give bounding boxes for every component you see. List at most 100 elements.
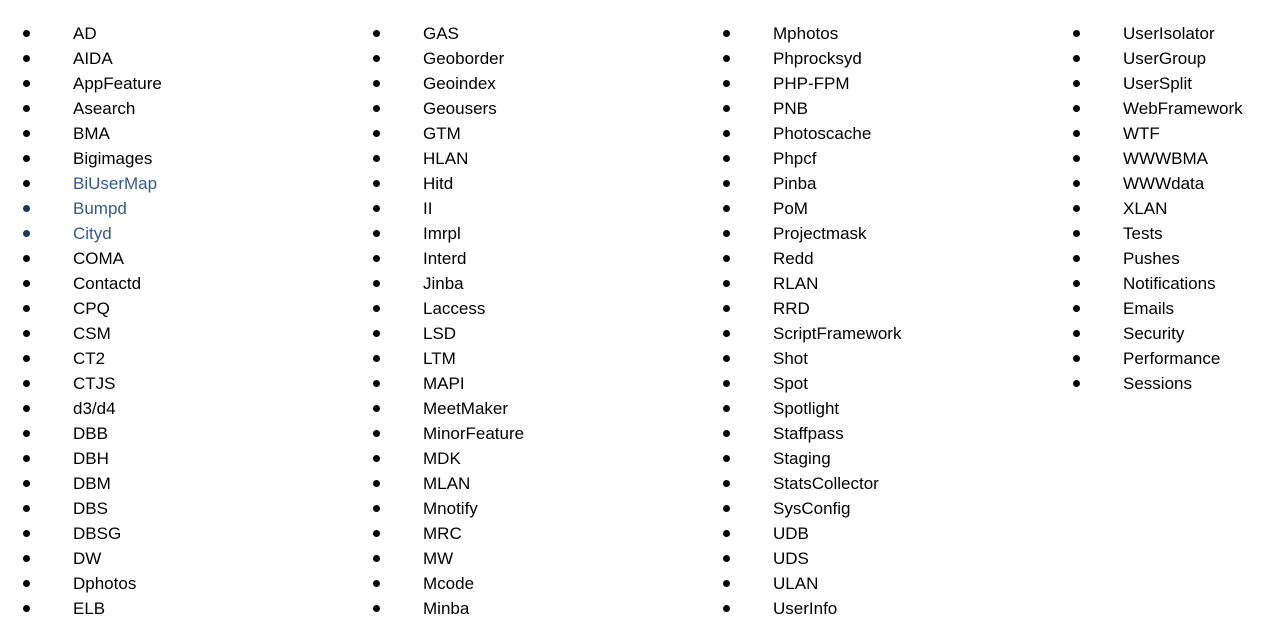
list-item[interactable]: LSD — [350, 321, 700, 346]
bullet-list: UserIsolator UserGroup UserSplit WebFramewo… — [1050, 21, 1285, 396]
bullet-icon — [723, 505, 730, 512]
list-item[interactable]: II — [350, 196, 700, 221]
list-item[interactable]: CTJS — [0, 371, 350, 396]
list-item[interactable]: StatsCollector — [700, 471, 1050, 496]
list-item[interactable]: Mcode — [350, 571, 700, 596]
list-item[interactable]: DBS — [0, 496, 350, 521]
list-item[interactable]: Imrpl — [350, 221, 700, 246]
list-item[interactable]: Hitd — [350, 171, 700, 196]
list-item[interactable]: MinorFeature — [350, 421, 700, 446]
list-item-label: PNB — [773, 99, 808, 118]
list-item[interactable]: Redd — [700, 246, 1050, 271]
bullet-icon — [723, 230, 730, 237]
list-item[interactable]: WWWdata — [1050, 171, 1285, 196]
bullet-list: GAS Geoborder Geoindex Geousers GTM HLAN Hitd I… — [350, 21, 700, 621]
list-item[interactable]: Pinba — [700, 171, 1050, 196]
list-item[interactable]: Performance — [1050, 346, 1285, 371]
list-item[interactable]: RRD — [700, 296, 1050, 321]
list-item[interactable]: Staging — [700, 446, 1050, 471]
list-item[interactable]: Laccess — [350, 296, 700, 321]
list-item[interactable]: Bigimages — [0, 146, 350, 171]
list-item[interactable]: WTF — [1050, 121, 1285, 146]
list-item[interactable]: SysConfig — [700, 496, 1050, 521]
list-item[interactable]: AD — [0, 21, 350, 46]
list-item[interactable]: Cityd — [0, 221, 350, 246]
list-item[interactable]: PHP-FPM — [700, 71, 1050, 96]
list-item[interactable]: MW — [350, 546, 700, 571]
list-item[interactable]: Bumpd — [0, 196, 350, 221]
list-item[interactable]: Spotlight — [700, 396, 1050, 421]
list-item[interactable]: Phprocksyd — [700, 46, 1050, 71]
list-item[interactable]: Jinba — [350, 271, 700, 296]
list-item[interactable]: Tests — [1050, 221, 1285, 246]
list-item-label: MW — [423, 549, 454, 568]
list-item[interactable]: MDK — [350, 446, 700, 471]
list-item[interactable]: Mphotos — [700, 21, 1050, 46]
list-item[interactable]: WWWBMA — [1050, 146, 1285, 171]
list-item[interactable]: RLAN — [700, 271, 1050, 296]
list-item[interactable]: MAPI — [350, 371, 700, 396]
list-item[interactable]: Dphotos — [0, 571, 350, 596]
list-item[interactable]: Spot — [700, 371, 1050, 396]
list-item[interactable]: DBH — [0, 446, 350, 471]
list-item[interactable]: AppFeature — [0, 71, 350, 96]
list-item[interactable]: Interd — [350, 246, 700, 271]
list-item[interactable]: UserGroup — [1050, 46, 1285, 71]
list-item[interactable]: Projectmask — [700, 221, 1050, 246]
list-item[interactable]: Minba — [350, 596, 700, 621]
list-item[interactable]: AIDA — [0, 46, 350, 71]
list-item[interactable]: Staffpass — [700, 421, 1050, 446]
list-item-label: Pinba — [773, 174, 817, 193]
list-item[interactable]: BiUserMap — [0, 171, 350, 196]
list-item[interactable]: Asearch — [0, 96, 350, 121]
list-item[interactable]: MeetMaker — [350, 396, 700, 421]
list-item[interactable]: DBSG — [0, 521, 350, 546]
list-item-label: ELB — [73, 599, 106, 618]
list-item[interactable]: CT2 — [0, 346, 350, 371]
list-item[interactable]: MRC — [350, 521, 700, 546]
list-item[interactable]: Security — [1050, 321, 1285, 346]
list-item[interactable]: PoM — [700, 196, 1050, 221]
list-item-label: RLAN — [773, 274, 819, 293]
list-item[interactable]: UDB — [700, 521, 1050, 546]
list-item[interactable]: Geoborder — [350, 46, 700, 71]
list-item[interactable]: Sessions — [1050, 371, 1285, 396]
list-item[interactable]: XLAN — [1050, 196, 1285, 221]
bullet-icon — [723, 155, 730, 162]
list-item-label: DBSG — [73, 524, 122, 543]
list-item[interactable]: UserSplit — [1050, 71, 1285, 96]
list-item[interactable]: BMA — [0, 121, 350, 146]
list-item[interactable]: DBB — [0, 421, 350, 446]
list-item[interactable]: GAS — [350, 21, 700, 46]
list-item[interactable]: CSM — [0, 321, 350, 346]
list-item[interactable]: ELB — [0, 596, 350, 621]
list-item-label: UserIsolator — [1123, 24, 1215, 43]
list-item[interactable]: Phpcf — [700, 146, 1050, 171]
list-item[interactable]: WebFramework — [1050, 96, 1285, 121]
list-item[interactable]: ULAN — [700, 571, 1050, 596]
list-item[interactable]: DW — [0, 546, 350, 571]
list-item[interactable]: Shot — [700, 346, 1050, 371]
list-item[interactable]: HLAN — [350, 146, 700, 171]
list-item[interactable]: COMA — [0, 246, 350, 271]
list-item[interactable]: Notifications — [1050, 271, 1285, 296]
list-item[interactable]: PNB — [700, 96, 1050, 121]
list-item[interactable]: UserIsolator — [1050, 21, 1285, 46]
list-item[interactable]: Photoscache — [700, 121, 1050, 146]
list-item-label: MRC — [423, 524, 462, 543]
list-item[interactable]: Mnotify — [350, 496, 700, 521]
list-item[interactable]: d3/d4 — [0, 396, 350, 421]
list-item[interactable]: UserInfo — [700, 596, 1050, 621]
list-item[interactable]: Contactd — [0, 271, 350, 296]
list-item[interactable]: UDS — [700, 546, 1050, 571]
list-item[interactable]: CPQ — [0, 296, 350, 321]
list-item[interactable]: Emails — [1050, 296, 1285, 321]
list-item[interactable]: DBM — [0, 471, 350, 496]
list-item[interactable]: Geousers — [350, 96, 700, 121]
list-item[interactable]: Pushes — [1050, 246, 1285, 271]
list-item[interactable]: Geoindex — [350, 71, 700, 96]
list-item[interactable]: GTM — [350, 121, 700, 146]
list-item[interactable]: MLAN — [350, 471, 700, 496]
list-item[interactable]: ScriptFramework — [700, 321, 1050, 346]
list-item[interactable]: LTM — [350, 346, 700, 371]
